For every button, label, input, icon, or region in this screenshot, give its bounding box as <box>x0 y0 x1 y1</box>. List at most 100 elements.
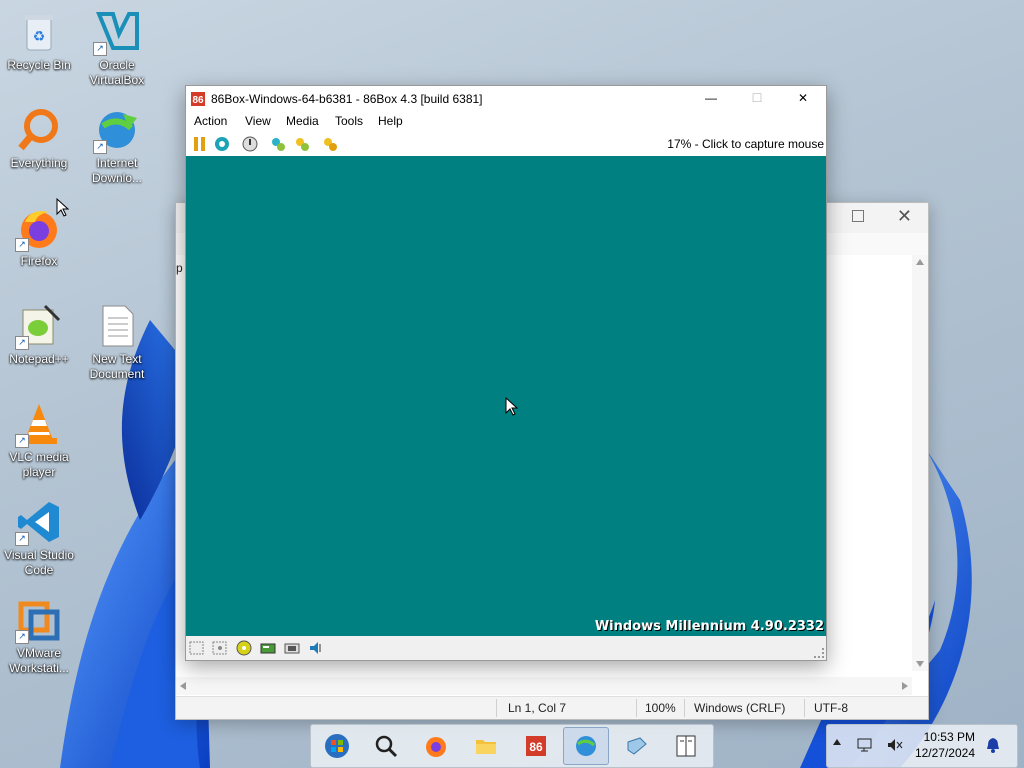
notepad-statusbar: Ln 1, Col 7 100% Windows (CRLF) UTF-8 <box>176 696 928 719</box>
maximize-icon[interactable] <box>852 210 864 222</box>
notepad-plus-plus-icon: ↗ <box>15 302 63 350</box>
86box-toolbar: 17% - Click to capture mouse <box>186 132 826 156</box>
clock-date: 12/27/2024 <box>914 746 975 760</box>
pause-icon[interactable] <box>192 136 208 152</box>
86box-statusbar <box>186 636 826 660</box>
close-icon[interactable]: ✕ <box>897 206 912 227</box>
capture-status-text: 17% - Click to capture mouse <box>667 137 824 151</box>
taskbar-search[interactable] <box>363 727 409 765</box>
menu-help[interactable]: Help <box>378 114 403 128</box>
86box-icon: 86 <box>190 91 206 107</box>
search-icon <box>374 734 398 758</box>
shortcut-arrow-icon: ↗ <box>15 434 29 448</box>
menu-view[interactable]: View <box>245 114 271 128</box>
hard-disk-icon[interactable] <box>260 640 276 656</box>
svg-text:86: 86 <box>529 740 543 754</box>
desktop-icon-label: VLC media player <box>9 450 69 479</box>
taskbar-internet-download-manager[interactable] <box>563 727 609 765</box>
mouse-cursor-icon <box>56 198 70 217</box>
notification-bell-icon[interactable] <box>985 737 1001 753</box>
86box-icon: 86 <box>524 734 548 758</box>
desktop-icon-vlc[interactable]: ↗ VLC media player <box>0 400 78 480</box>
desktop-icon-notepad-plus-plus[interactable]: ↗ Notepad++ <box>0 302 78 367</box>
status-cursor-position: Ln 1, Col 7 <box>508 701 567 715</box>
desktop-icon-new-text-document[interactable]: New Text Document <box>78 302 156 382</box>
recycle-bin-icon: ♻ <box>15 8 63 56</box>
machine-gear-icon[interactable] <box>322 136 338 152</box>
virtualbox-icon: ↗ <box>93 8 141 56</box>
status-separator <box>496 699 497 717</box>
shortcut-arrow-icon: ↗ <box>93 42 107 56</box>
desktop-icon-internet-download-manager[interactable]: ↗ Internet Downlo... <box>78 106 156 186</box>
scroll-right-icon[interactable] <box>902 682 908 690</box>
taskbar-86box[interactable]: 86 <box>513 727 559 765</box>
svg-text:86: 86 <box>192 95 204 106</box>
status-encoding: UTF-8 <box>814 701 848 715</box>
emulated-screen[interactable]: Windows Millennium 4.90.2332 <box>186 156 826 636</box>
taskbar-apps: 86 <box>310 724 714 768</box>
desktop-icon-label: Visual Studio Code <box>4 548 74 577</box>
firefox-icon <box>424 734 448 758</box>
network-monitor-icon[interactable] <box>857 737 873 753</box>
virtualbox-icon <box>624 734 648 758</box>
start-orb-icon <box>325 734 349 758</box>
status-separator <box>684 699 685 717</box>
desktop-icon-vscode[interactable]: ↗ Visual Studio Code <box>0 498 78 578</box>
clock[interactable]: 10:53 PM 12/27/2024 <box>911 729 975 761</box>
menu-tools[interactable]: Tools <box>335 114 363 128</box>
media-gear-icon[interactable] <box>294 136 310 152</box>
scroll-up-icon[interactable] <box>916 259 924 265</box>
desktop-icon-label: Oracle VirtualBox <box>89 58 145 87</box>
start-button[interactable] <box>314 727 360 765</box>
desktop-icon-virtualbox[interactable]: ↗ Oracle VirtualBox <box>78 8 156 88</box>
desktop-icon-everything[interactable]: Everything <box>0 106 78 171</box>
maximize-button[interactable]: ☐ <box>734 86 780 112</box>
window-title: 86Box-Windows-64-b6381 - 86Box 4.3 [buil… <box>211 92 483 106</box>
vertical-scrollbar[interactable] <box>912 255 928 671</box>
notepad-text-peek: p <box>176 261 183 275</box>
power-reset-icon[interactable] <box>242 136 258 152</box>
internet-download-manager-icon <box>574 734 598 758</box>
desktop-icon-recycle-bin[interactable]: ♻ Recycle Bin <box>0 8 78 73</box>
show-hidden-icons-icon[interactable] <box>833 739 841 745</box>
status-separator <box>804 699 805 717</box>
cdrom-icon[interactable] <box>236 640 252 656</box>
floppy-drive-2-icon[interactable] <box>212 640 228 656</box>
86box-menubar: Action View Media Tools Help <box>186 112 826 132</box>
speaker-muted-icon[interactable] <box>887 737 903 753</box>
horizontal-scrollbar[interactable] <box>176 677 912 695</box>
desktop-icon-label: Internet Downlo... <box>91 156 143 185</box>
everything-search-icon <box>15 106 63 154</box>
menu-action[interactable]: Action <box>194 114 227 128</box>
ctrl-alt-del-icon[interactable] <box>214 136 230 152</box>
shortcut-arrow-icon: ↗ <box>15 532 29 546</box>
taskbar-file-explorer[interactable] <box>463 727 509 765</box>
resize-grip-icon[interactable] <box>814 648 824 658</box>
sound-icon[interactable] <box>308 640 324 656</box>
desktop-icon-vmware[interactable]: ↗ VMware Workstati... <box>0 596 78 676</box>
status-line-ending: Windows (CRLF) <box>694 701 786 715</box>
menu-media[interactable]: Media <box>286 114 319 128</box>
taskbar-virtualbox[interactable] <box>613 727 659 765</box>
taskbar-firefox[interactable] <box>413 727 459 765</box>
floppy-drive-icon[interactable] <box>189 640 205 656</box>
close-button[interactable]: ✕ <box>780 86 826 112</box>
desktop-icon-label: New Text Document <box>89 352 145 381</box>
scroll-down-icon[interactable] <box>916 661 924 667</box>
guest-cursor-icon <box>505 397 519 416</box>
network-icon[interactable] <box>284 640 300 656</box>
desktop-icon-label: Notepad++ <box>9 352 69 366</box>
desktop-icon-label: VMware Workstati... <box>9 646 69 675</box>
status-separator <box>636 699 637 717</box>
scroll-left-icon[interactable] <box>180 682 186 690</box>
minimize-button[interactable]: — <box>688 86 734 112</box>
86box-titlebar[interactable]: 86 86Box-Windows-64-b6381 - 86Box 4.3 [b… <box>186 86 826 112</box>
shortcut-arrow-icon: ↗ <box>15 238 29 252</box>
86box-window[interactable]: 86 86Box-Windows-64-b6381 - 86Box 4.3 [b… <box>185 85 827 661</box>
internet-download-manager-icon: ↗ <box>93 106 141 154</box>
settings-gear-icon[interactable] <box>270 136 286 152</box>
shortcut-arrow-icon: ↗ <box>93 140 107 154</box>
shortcut-arrow-icon: ↗ <box>15 336 29 350</box>
taskbar-notepad[interactable] <box>663 727 709 765</box>
system-tray: 10:53 PM 12/27/2024 <box>826 724 1018 768</box>
